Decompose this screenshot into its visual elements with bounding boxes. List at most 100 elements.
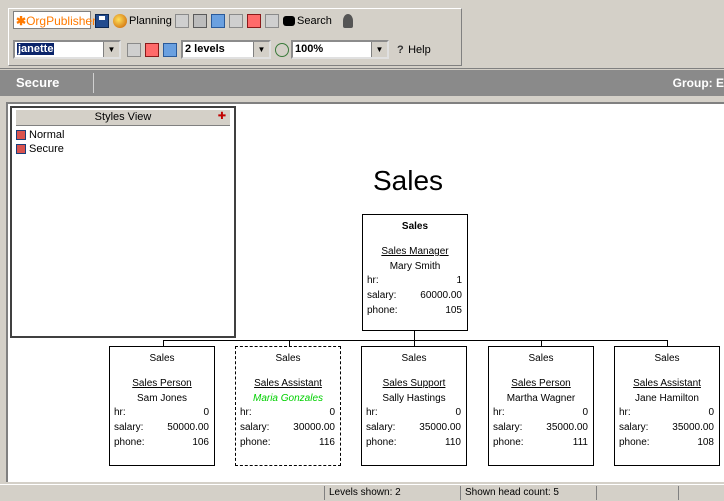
box-name: Maria Gonzales bbox=[252, 393, 324, 404]
box-field-hr: hr: 0 bbox=[619, 407, 714, 418]
star-icon: ✱ bbox=[16, 14, 27, 28]
box-role[interactable]: Sales Person bbox=[489, 377, 593, 390]
find-icon bbox=[211, 14, 225, 29]
box-field-hr: hr: 0 bbox=[366, 407, 461, 418]
chevron-down-icon[interactable]: ▼ bbox=[371, 42, 387, 57]
chevron-down-icon[interactable]: ▼ bbox=[253, 42, 269, 57]
box-field-hr: hr: 1 bbox=[367, 275, 462, 286]
box-field-hr: hr: 0 bbox=[240, 407, 335, 418]
chart-canvas[interactable]: Styles View ✚ Normal Secure Sales Sales … bbox=[6, 102, 724, 482]
status-levels: Levels shown: 2 bbox=[324, 486, 401, 500]
upload-button[interactable] bbox=[265, 12, 281, 30]
box-role[interactable]: Sales Assistant bbox=[615, 377, 719, 390]
box-field-phone: phone: 111 bbox=[493, 437, 588, 448]
zoom-button[interactable] bbox=[275, 41, 291, 59]
box-dept: Sales bbox=[528, 353, 554, 364]
box-role[interactable]: Sales Assistant bbox=[236, 377, 340, 390]
zoom-icon bbox=[275, 43, 289, 58]
find-button[interactable] bbox=[211, 12, 227, 30]
person-icon bbox=[343, 14, 353, 29]
levels-combo[interactable]: 2 levels ▼ bbox=[181, 40, 271, 59]
admin-button[interactable] bbox=[343, 12, 355, 30]
org-box-child[interactable]: Sales Sales Person Sam Jones hr: 0 salary… bbox=[109, 346, 215, 466]
search-button[interactable]: Search bbox=[283, 12, 332, 30]
publish-icon bbox=[247, 14, 261, 29]
report-button[interactable] bbox=[229, 12, 245, 30]
box-field-salary: salary: 35000.00 bbox=[366, 422, 461, 433]
box-role[interactable]: Sales Manager bbox=[363, 245, 467, 258]
copy-icon bbox=[175, 14, 189, 29]
box-dept: Sales bbox=[401, 221, 429, 232]
org-box-child[interactable]: Sales Sales Assistant Jane Hamilton hr: 0… bbox=[614, 346, 720, 466]
box-dept: Sales bbox=[149, 353, 175, 364]
pin-icon[interactable]: ✚ bbox=[216, 111, 228, 123]
zoom-combo[interactable]: 100% ▼ bbox=[291, 40, 389, 59]
chevron-up-icon bbox=[163, 43, 177, 58]
box-name: Sally Hastings bbox=[382, 393, 446, 404]
box-role[interactable]: Sales Person bbox=[110, 377, 214, 390]
user-combo[interactable]: janette ▼ bbox=[13, 40, 121, 59]
copy-button[interactable] bbox=[175, 12, 191, 30]
box-name: Jane Hamilton bbox=[635, 393, 699, 404]
print-icon bbox=[193, 14, 207, 29]
box-name: Mary Smith bbox=[389, 261, 441, 272]
org-box-sales-manager[interactable]: Sales Sales Manager Mary Smith hr: 1 sala… bbox=[362, 214, 468, 331]
box-field-phone: phone: 108 bbox=[619, 437, 714, 448]
upload-icon bbox=[265, 14, 279, 29]
status-bar: Levels shown: 2 Shown head count: 5 bbox=[0, 484, 724, 501]
styles-view-title: Styles View ✚ bbox=[16, 110, 230, 126]
box-field-hr: hr: 0 bbox=[493, 407, 588, 418]
collapse-up-button[interactable] bbox=[163, 41, 179, 59]
box-dept: Sales bbox=[654, 353, 680, 364]
style-item-secure[interactable]: Secure bbox=[16, 142, 64, 156]
chart-title: Sales bbox=[372, 165, 444, 196]
box-dept: Sales bbox=[275, 353, 301, 364]
toolbar-panel: ✱OrgPublisher Planning Search janette ▼ … bbox=[8, 8, 462, 66]
planning-button[interactable]: Planning bbox=[113, 12, 172, 30]
view-label: Secure bbox=[6, 73, 94, 93]
box-name: Sam Jones bbox=[136, 393, 188, 404]
levels-combo-value: 2 levels bbox=[185, 43, 225, 55]
status-empty-pane bbox=[596, 486, 681, 500]
person-up-button[interactable] bbox=[127, 41, 143, 59]
style-icon bbox=[16, 144, 26, 155]
report-icon bbox=[229, 14, 243, 29]
view-header: Secure Group: E bbox=[0, 70, 724, 96]
box-name: Martha Wagner bbox=[506, 393, 576, 404]
style-icon bbox=[16, 130, 26, 141]
print-button[interactable] bbox=[193, 12, 209, 30]
style-item-normal[interactable]: Normal bbox=[16, 128, 64, 142]
binoculars-icon bbox=[283, 16, 295, 27]
box-field-salary: salary: 35000.00 bbox=[619, 422, 714, 433]
box-field-phone: phone: 110 bbox=[366, 437, 461, 448]
save-icon bbox=[95, 14, 109, 29]
tree-button[interactable] bbox=[145, 41, 161, 59]
person-icon bbox=[127, 43, 141, 58]
planning-icon bbox=[113, 14, 127, 29]
user-combo-value: janette bbox=[17, 43, 55, 55]
zoom-combo-value: 100% bbox=[295, 43, 324, 55]
org-box-child[interactable]: Sales Sales Person Martha Wagner hr: 0 sa… bbox=[488, 346, 594, 466]
box-field-hr: hr: 0 bbox=[114, 407, 209, 418]
box-field-salary: salary: 50000.00 bbox=[114, 422, 209, 433]
box-field-phone: phone: 116 bbox=[240, 437, 335, 448]
tree-icon bbox=[145, 43, 159, 58]
org-box-child-vacant[interactable]: Sales Sales Assistant Maria Gonzales hr:… bbox=[235, 346, 341, 466]
help-button[interactable]: ? Help bbox=[397, 41, 431, 59]
styles-view-panel: Styles View ✚ Normal Secure bbox=[10, 106, 236, 338]
save-button[interactable] bbox=[95, 12, 111, 30]
box-field-salary: salary: 30000.00 bbox=[240, 422, 335, 433]
chevron-down-icon[interactable]: ▼ bbox=[103, 42, 119, 57]
connector-line bbox=[163, 340, 668, 341]
group-label: Group: E bbox=[672, 76, 724, 90]
orgpublisher-logo-button[interactable]: ✱OrgPublisher bbox=[13, 11, 96, 29]
box-dept: Sales bbox=[401, 353, 427, 364]
publish-button[interactable] bbox=[247, 12, 263, 30]
help-icon: ? bbox=[397, 44, 404, 56]
box-field-salary: salary: 60000.00 bbox=[367, 290, 462, 301]
box-field-phone: phone: 106 bbox=[114, 437, 209, 448]
status-empty-pane bbox=[678, 486, 723, 500]
org-box-child[interactable]: Sales Sales Support Sally Hastings hr: 0 … bbox=[361, 346, 467, 466]
box-field-salary: salary: 35000.00 bbox=[493, 422, 588, 433]
box-role[interactable]: Sales Support bbox=[362, 377, 466, 390]
